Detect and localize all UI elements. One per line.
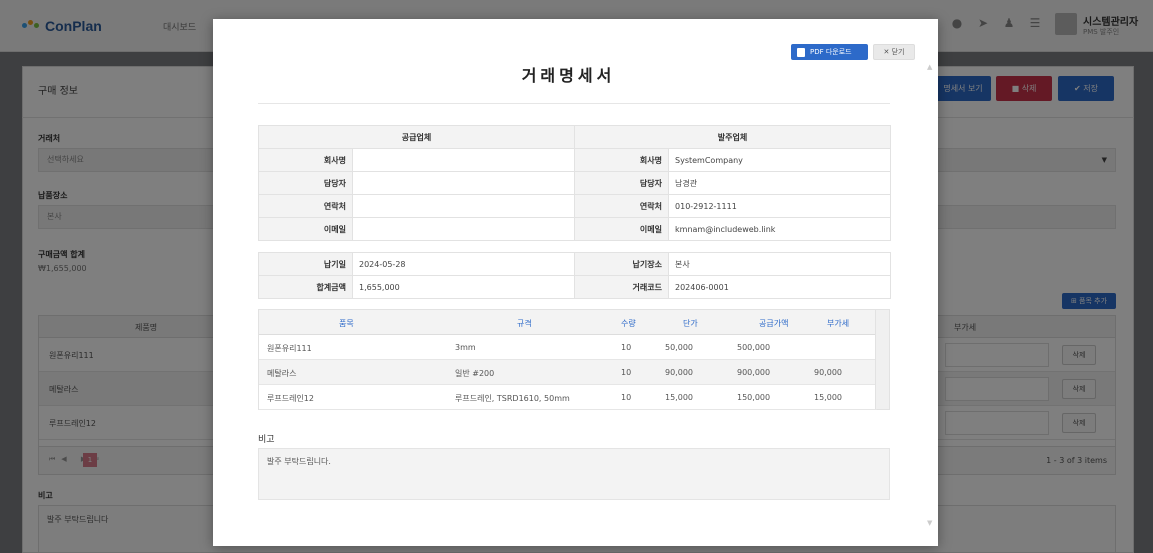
item-row: 메탈라스 일반 #200 10 90,000 900,000 90,000 [259, 360, 877, 385]
item-unit-price: 90,000 [665, 368, 693, 377]
modal-scrollbar[interactable]: ▲ ▼ [924, 19, 938, 546]
pdf-icon [797, 47, 805, 57]
item-vat: 15,000 [814, 393, 842, 402]
item-row: 원폰유리111 3mm 10 50,000 500,000 [259, 335, 877, 360]
close-icon: ✕ [883, 48, 892, 56]
delivery-date-value: 2024-05-28 [352, 252, 575, 276]
delivery-table: 납기일 2024-05-28 납기장소 본사 합계금액 1,655,000 거래… [258, 252, 891, 299]
trade-code-label: 거래코드 [574, 275, 669, 299]
item-vat: 90,000 [814, 368, 842, 377]
total-amount-value: 1,655,000 [352, 275, 575, 299]
item-name: 원폰유리111 [267, 344, 312, 353]
item-supply-price: 150,000 [737, 393, 771, 402]
title-divider [258, 103, 890, 104]
supplier-email-value [351, 217, 576, 241]
item-name: 메탈라스 [267, 369, 297, 378]
items-header: 품목 규격 수량 단가 공급가액 부가세 [259, 310, 877, 335]
document-title: 거래명세서 [521, 66, 616, 85]
items-header-qty: 수량 [621, 319, 636, 328]
item-spec: 일반 #200 [455, 369, 495, 378]
item-name: 루프드레인12 [267, 394, 314, 403]
supplier-phone-value [351, 194, 576, 218]
buyer-phone-value: 010-2912-1111 [668, 194, 892, 218]
buyer-company-value: SystemCompany [668, 148, 892, 172]
delivery-place-label: 납기장소 [574, 252, 669, 276]
item-qty: 10 [621, 343, 632, 352]
buyer-company-label: 회사명 [574, 148, 670, 172]
party-table: 공급업체 발주업체 회사명 회사명 SystemCompany 담당자 담당자 … [257, 125, 892, 241]
supplier-company-label: 회사명 [258, 148, 353, 172]
item-unit-price: 50,000 [665, 343, 693, 352]
total-amount-label: 합계금액 [258, 275, 353, 299]
pdf-download-label: PDF 다운로드 [810, 48, 852, 56]
item-spec: 루프드레인, TSRD1610, 50mm [455, 394, 570, 403]
buyer-email-value: kmnam@includeweb.link [668, 217, 892, 241]
close-label: 닫기 [891, 48, 905, 56]
item-spec: 3mm [455, 343, 476, 352]
supplier-manager-value [351, 171, 576, 195]
supplier-manager-label: 담당자 [258, 171, 353, 195]
statement-memo-label: 비고 [258, 435, 275, 445]
item-supply-price: 900,000 [737, 368, 771, 377]
buyer-manager-label: 담당자 [574, 171, 670, 195]
trade-code-value: 202406-0001 [668, 275, 891, 299]
item-supply-price: 500,000 [737, 343, 771, 352]
item-qty: 10 [621, 368, 632, 377]
buyer-header: 발주업체 [574, 125, 892, 149]
buyer-manager-value: 남경관 [668, 171, 892, 195]
item-unit-price: 15,000 [665, 393, 693, 402]
items-header-unit-price: 단가 [683, 319, 698, 328]
items-scrollbar[interactable] [875, 310, 889, 409]
item-qty: 10 [621, 393, 632, 402]
buyer-email-label: 이메일 [574, 217, 670, 241]
statement-memo[interactable]: 발주 부탁드립니다. [258, 448, 890, 500]
items-header-supply-price: 공급가액 [759, 319, 789, 328]
delivery-date-label: 납기일 [258, 252, 353, 276]
supplier-email-label: 이메일 [258, 217, 353, 241]
close-button[interactable]: ✕ 닫기 [873, 44, 915, 60]
supplier-company-value [351, 148, 576, 172]
supplier-header: 공급업체 [257, 125, 576, 149]
delivery-place-value: 본사 [668, 252, 891, 276]
items-header-vat: 부가세 [827, 319, 850, 328]
pdf-download-button[interactable]: PDF 다운로드 [791, 44, 868, 60]
statement-modal: ▲ ▼ PDF 다운로드 ✕ 닫기 거래명세서 공급업체 발주업체 회사명 회사… [213, 19, 938, 546]
items-table: 품목 규격 수량 단가 공급가액 부가세 원폰유리111 3mm 10 50,0… [258, 309, 890, 410]
scroll-down-icon[interactable]: ▼ [927, 519, 932, 527]
supplier-phone-label: 연락처 [258, 194, 353, 218]
scroll-up-icon[interactable]: ▲ [927, 63, 932, 71]
items-header-item: 품목 [339, 319, 354, 328]
item-row: 루프드레인12 루프드레인, TSRD1610, 50mm 10 15,000 … [259, 385, 877, 410]
buyer-phone-label: 연락처 [574, 194, 670, 218]
items-header-spec: 규격 [517, 319, 532, 328]
